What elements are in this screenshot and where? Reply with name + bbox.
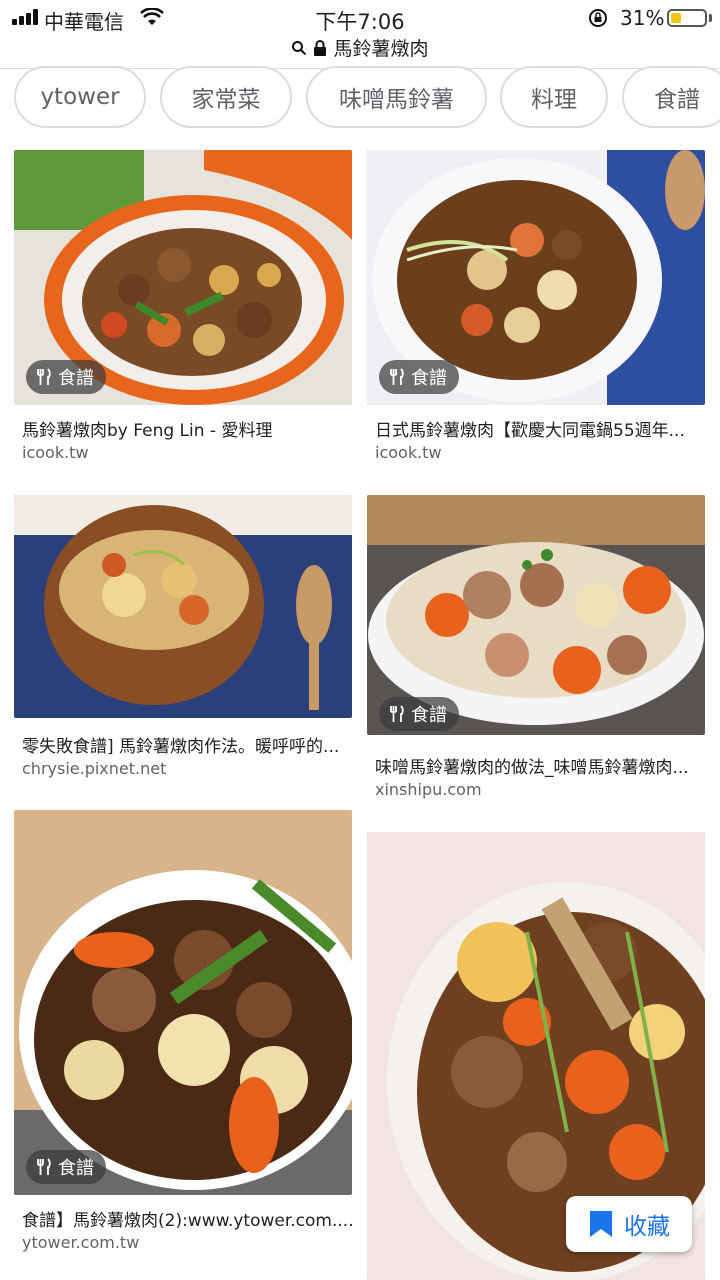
result-title[interactable]: 食譜】馬鈴薯燉肉(2):www.ytower.com.... bbox=[22, 1206, 352, 1231]
status-time: 下午7:06 bbox=[315, 10, 405, 34]
result-card[interactable]: 食譜 馬鈴薯燉肉by Feng Lin - 愛料理 icook.tw bbox=[14, 150, 352, 470]
utensils-icon bbox=[37, 1158, 51, 1175]
utensils-icon bbox=[390, 368, 404, 385]
chip-recipe[interactable]: 食譜 bbox=[622, 66, 720, 128]
result-source: xinshipu.com bbox=[375, 780, 482, 799]
recipe-badge: 食譜 bbox=[379, 697, 459, 731]
result-title[interactable]: 日式馬鈴薯燉肉【歡慶大同電鍋55週年... bbox=[375, 416, 705, 441]
save-button-label: 收藏 bbox=[624, 1214, 670, 1240]
result-card[interactable]: 食譜 味噌馬鈴薯燉肉的做法_味噌馬鈴薯燉肉... xinshipu.com bbox=[367, 495, 705, 800]
result-source: ytower.com.tw bbox=[22, 1233, 140, 1252]
battery-icon bbox=[667, 9, 707, 27]
result-image[interactable] bbox=[14, 810, 352, 1195]
recipe-badge: 食譜 bbox=[26, 1150, 106, 1184]
utensils-icon bbox=[390, 705, 404, 722]
battery-cap bbox=[709, 14, 712, 22]
bookmark-icon bbox=[590, 1211, 612, 1237]
status-bar: 中華電信 下午7:06 31% bbox=[0, 0, 720, 36]
orientation-lock-icon bbox=[589, 9, 607, 27]
result-title[interactable]: 馬鈴薯燉肉by Feng Lin - 愛料理 bbox=[22, 416, 352, 441]
result-card[interactable]: 食譜 食譜】馬鈴薯燉肉(2):www.ytower.com.... ytower… bbox=[14, 810, 352, 1260]
chip-miso-potato[interactable]: 味噌馬鈴薯 bbox=[306, 66, 487, 128]
result-source: icook.tw bbox=[375, 443, 442, 462]
url-bar[interactable]: 馬鈴薯燉肉 bbox=[0, 34, 720, 64]
result-card[interactable]: 食譜 日式馬鈴薯燉肉【歡慶大同電鍋55週年... icook.tw bbox=[367, 150, 705, 470]
recipe-badge-label: 食譜 bbox=[411, 368, 447, 389]
result-title[interactable]: 味噌馬鈴薯燉肉的做法_味噌馬鈴薯燉肉... bbox=[375, 753, 705, 778]
chip-ytower[interactable]: ytower bbox=[14, 66, 146, 128]
recipe-badge: 食譜 bbox=[379, 360, 459, 394]
result-card[interactable]: 零失敗食譜] 馬鈴薯燉肉作法。暖呼呼的... chrysie.pixnet.ne… bbox=[14, 495, 352, 785]
chip-home-cooking[interactable]: 家常菜 bbox=[160, 66, 292, 128]
chip-cooking[interactable]: 料理 bbox=[500, 66, 608, 128]
related-search-chips: ytower 家常菜 味噌馬鈴薯 料理 食譜 bbox=[0, 64, 720, 134]
result-source: icook.tw bbox=[22, 443, 89, 462]
recipe-badge-label: 食譜 bbox=[411, 705, 447, 726]
result-title[interactable]: 零失敗食譜] 馬鈴薯燉肉作法。暖呼呼的... bbox=[22, 732, 352, 757]
recipe-badge-label: 食譜 bbox=[58, 1158, 94, 1179]
result-source: chrysie.pixnet.net bbox=[22, 759, 167, 778]
recipe-badge-label: 食譜 bbox=[58, 368, 94, 389]
search-icon bbox=[292, 40, 307, 55]
url-query: 馬鈴薯燉肉 bbox=[333, 38, 429, 60]
save-button[interactable]: 收藏 bbox=[566, 1196, 692, 1252]
result-image[interactable] bbox=[14, 495, 352, 718]
utensils-icon bbox=[37, 368, 51, 385]
lock-icon bbox=[314, 39, 327, 56]
battery-percent: 31% bbox=[620, 6, 665, 30]
recipe-badge: 食譜 bbox=[26, 360, 106, 394]
